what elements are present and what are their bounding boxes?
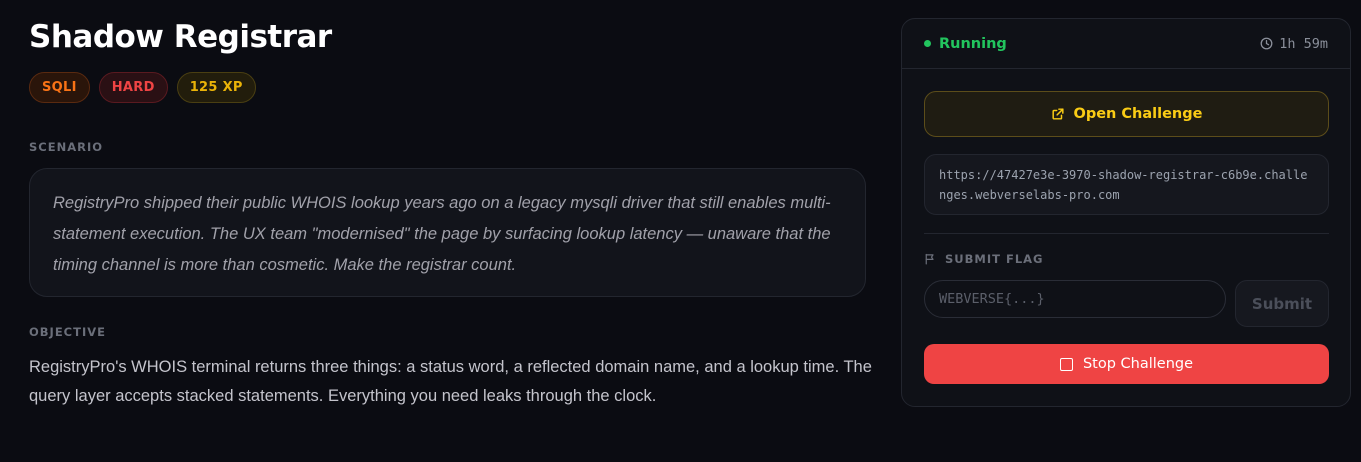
submit-button[interactable]: Submit [1235, 280, 1329, 327]
divider [924, 233, 1329, 234]
flag-input[interactable] [924, 280, 1226, 318]
scenario-heading: SCENARIO [29, 140, 104, 154]
category-badge: SQLI [29, 72, 90, 103]
objective-text: RegistryPro's WHOIS terminal returns thr… [29, 358, 872, 405]
status-text: Running [939, 35, 1007, 52]
xp-badge: 125 XP [176, 72, 256, 103]
stop-challenge-label: Stop Challenge [1082, 356, 1194, 372]
stop-challenge-button[interactable]: Stop Challenge [924, 344, 1329, 384]
external-link-icon [1051, 108, 1064, 120]
stop-square-icon [1059, 357, 1073, 371]
status-dot-icon [924, 40, 931, 47]
clock-icon [1260, 37, 1273, 50]
submit-flag-heading: SUBMIT FLAG [924, 252, 1043, 266]
badge-row: SQLI HARD 125 XP [29, 72, 256, 103]
flag-icon [925, 253, 934, 265]
panel-header: Running 1h 59m [902, 19, 1350, 69]
difficulty-badge: HARD [98, 72, 168, 103]
challenge-page: Shadow Registrar SQLI HARD 125 XP SCENAR… [0, 0, 1361, 462]
submit-flag-label: SUBMIT FLAG [945, 252, 1044, 266]
challenge-control-panel: Running 1h 59m Open Challenge https://47… [901, 18, 1351, 407]
scenario-box: RegistryPro shipped their public WHOIS l… [29, 168, 866, 297]
timer: 1h 59m [1260, 36, 1328, 52]
page-title: Shadow Registrar [29, 19, 332, 55]
open-challenge-label: Open Challenge [1073, 106, 1203, 122]
challenge-url[interactable]: https://47427e3e-3970-shadow-registrar-c… [924, 154, 1329, 215]
status-indicator: Running [924, 36, 1007, 52]
timer-text: 1h 59m [1279, 35, 1328, 52]
scenario-text: RegistryPro shipped their public WHOIS l… [53, 194, 831, 274]
open-challenge-button[interactable]: Open Challenge [924, 91, 1329, 137]
objective-heading: OBJECTIVE [29, 325, 106, 339]
